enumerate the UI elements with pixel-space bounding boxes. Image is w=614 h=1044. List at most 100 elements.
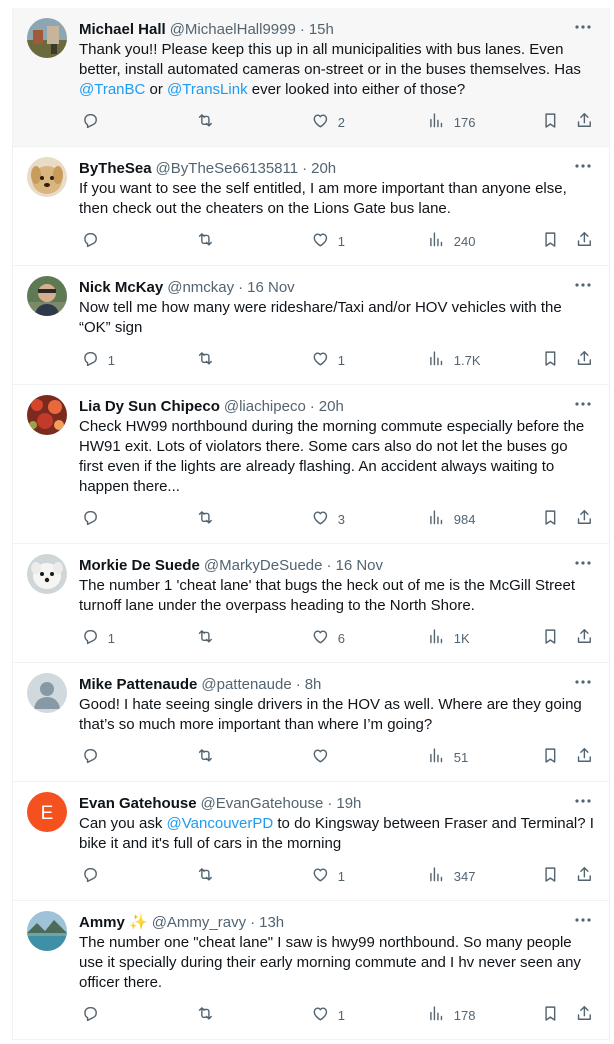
timestamp[interactable]: 13h	[259, 914, 284, 931]
bookmark-button[interactable]	[541, 628, 560, 648]
bookmark-button[interactable]	[541, 112, 560, 132]
retweet-button[interactable]	[196, 509, 223, 529]
dog-avatar[interactable]	[27, 157, 67, 197]
tweet[interactable]: Michael Hall @MichaelHall9999 · 15h Thank yo…	[13, 8, 609, 147]
like-button[interactable]	[311, 747, 338, 767]
timestamp[interactable]: 16 Nov	[335, 557, 383, 574]
share-button[interactable]	[575, 112, 594, 132]
tweet[interactable]: ByTheSea @ByTheSe66135811 · 20h If you want …	[13, 147, 609, 266]
tweet[interactable]: Ammy ✨ @Ammy_ravy · 13h The number one "chea…	[13, 901, 609, 1040]
share-button[interactable]	[575, 628, 594, 648]
bookmark-button[interactable]	[541, 866, 560, 886]
tweet[interactable]: Lia Dy Sun Chipeco @liachipeco · 20h Check H…	[13, 385, 609, 544]
views-button[interactable]: 984	[427, 509, 475, 529]
share-button[interactable]	[575, 1005, 594, 1025]
user-handle[interactable]: @ByTheSe66135811	[156, 160, 299, 177]
like-button[interactable]: 1	[311, 231, 345, 251]
more-icon[interactable]	[573, 159, 593, 173]
like-button[interactable]: 1	[311, 866, 345, 886]
more-icon[interactable]	[573, 794, 593, 808]
reply-button[interactable]: 1	[81, 350, 115, 370]
retweet-button[interactable]	[196, 231, 223, 251]
tweet[interactable]: Morkie De Suede @MarkyDeSuede · 16 Nov The n…	[13, 544, 609, 663]
timestamp[interactable]: 19h	[336, 795, 361, 812]
views-button[interactable]: 178	[427, 1005, 475, 1025]
reply-button[interactable]	[81, 509, 108, 529]
display-name[interactable]: Evan Gatehouse	[79, 795, 197, 812]
share-button[interactable]	[575, 747, 594, 767]
retweet-button[interactable]	[196, 628, 223, 648]
like-button[interactable]: 2	[311, 112, 345, 132]
views-button[interactable]: 176	[427, 112, 475, 132]
timestamp[interactable]: 20h	[311, 160, 336, 177]
views-button[interactable]: 240	[427, 231, 475, 251]
mention-link[interactable]: @VancouverPD	[167, 815, 274, 832]
separator-dot: ·	[238, 278, 244, 296]
like-button[interactable]: 1	[311, 1005, 345, 1025]
user-handle[interactable]: @Ammy_ravy	[152, 914, 246, 931]
reply-button[interactable]	[81, 231, 108, 251]
timestamp[interactable]: 20h	[319, 398, 344, 415]
flowers-avatar[interactable]	[27, 395, 67, 435]
tweet[interactable]: Mike Pattenaude @pattenaude · 8h Good! I hat…	[13, 663, 609, 782]
bookmark-button[interactable]	[541, 747, 560, 767]
avatar[interactable]: E	[27, 792, 67, 832]
like-button[interactable]: 6	[311, 628, 345, 648]
bookmark-button[interactable]	[541, 231, 560, 251]
views-button[interactable]: 1K	[427, 628, 470, 648]
like-button[interactable]: 3	[311, 509, 345, 529]
white-dog-avatar[interactable]	[27, 554, 67, 594]
more-icon[interactable]	[573, 556, 593, 570]
retweet-button[interactable]	[196, 866, 223, 886]
reply-button[interactable]	[81, 112, 108, 132]
user-handle[interactable]: @MichaelHall9999	[170, 21, 296, 38]
user-handle[interactable]: @nmckay	[167, 279, 234, 296]
more-icon[interactable]	[573, 278, 593, 292]
views-button[interactable]: 51	[427, 747, 468, 767]
mention-link[interactable]: @TranBC	[79, 81, 145, 98]
user-handle[interactable]: @liachipeco	[224, 398, 306, 415]
share-button[interactable]	[575, 509, 594, 529]
scenic-avatar[interactable]	[27, 18, 67, 58]
mention-link[interactable]: @TransLink	[167, 81, 248, 98]
default-avatar[interactable]	[27, 673, 67, 713]
retweet-button[interactable]	[196, 1005, 223, 1025]
user-handle[interactable]: @pattenaude	[201, 676, 291, 693]
retweet-button[interactable]	[196, 747, 223, 767]
tweet[interactable]: Nick McKay @nmckay · 16 Nov Now tell me how …	[13, 266, 609, 385]
timestamp[interactable]: 16 Nov	[247, 279, 295, 296]
user-handle[interactable]: @EvanGatehouse	[201, 795, 324, 812]
display-name[interactable]: Nick McKay	[79, 279, 163, 296]
lake-avatar[interactable]	[27, 911, 67, 951]
bookmark-button[interactable]	[541, 509, 560, 529]
retweet-button[interactable]	[196, 112, 223, 132]
views-button[interactable]: 1.7K	[427, 350, 481, 370]
man-avatar[interactable]	[27, 276, 67, 316]
display-name[interactable]: Morkie De Suede	[79, 557, 200, 574]
user-handle[interactable]: @MarkyDeSuede	[204, 557, 323, 574]
display-name[interactable]: Michael Hall	[79, 21, 166, 38]
bookmark-button[interactable]	[541, 1005, 560, 1025]
tweet[interactable]: E Evan Gatehouse @EvanGatehouse · 19h Can you…	[13, 782, 609, 901]
share-button[interactable]	[575, 866, 594, 886]
reply-button[interactable]	[81, 747, 108, 767]
display-name[interactable]: Mike Pattenaude	[79, 676, 197, 693]
like-button[interactable]: 1	[311, 350, 345, 370]
display-name[interactable]: Lia Dy Sun Chipeco	[79, 398, 220, 415]
share-button[interactable]	[575, 231, 594, 251]
timestamp[interactable]: 8h	[305, 676, 322, 693]
timestamp[interactable]: 15h	[309, 21, 334, 38]
more-icon[interactable]	[573, 913, 593, 927]
more-icon[interactable]	[573, 675, 593, 689]
share-button[interactable]	[575, 350, 594, 370]
bookmark-button[interactable]	[541, 350, 560, 370]
display-name[interactable]: ByTheSea	[79, 160, 152, 177]
reply-button[interactable]	[81, 1005, 108, 1025]
more-icon[interactable]	[573, 20, 593, 34]
views-button[interactable]: 347	[427, 866, 475, 886]
display-name[interactable]: Ammy ✨	[79, 913, 148, 931]
reply-button[interactable]: 1	[81, 628, 115, 648]
reply-button[interactable]	[81, 866, 108, 886]
more-icon[interactable]	[573, 397, 593, 411]
retweet-button[interactable]	[196, 350, 223, 370]
